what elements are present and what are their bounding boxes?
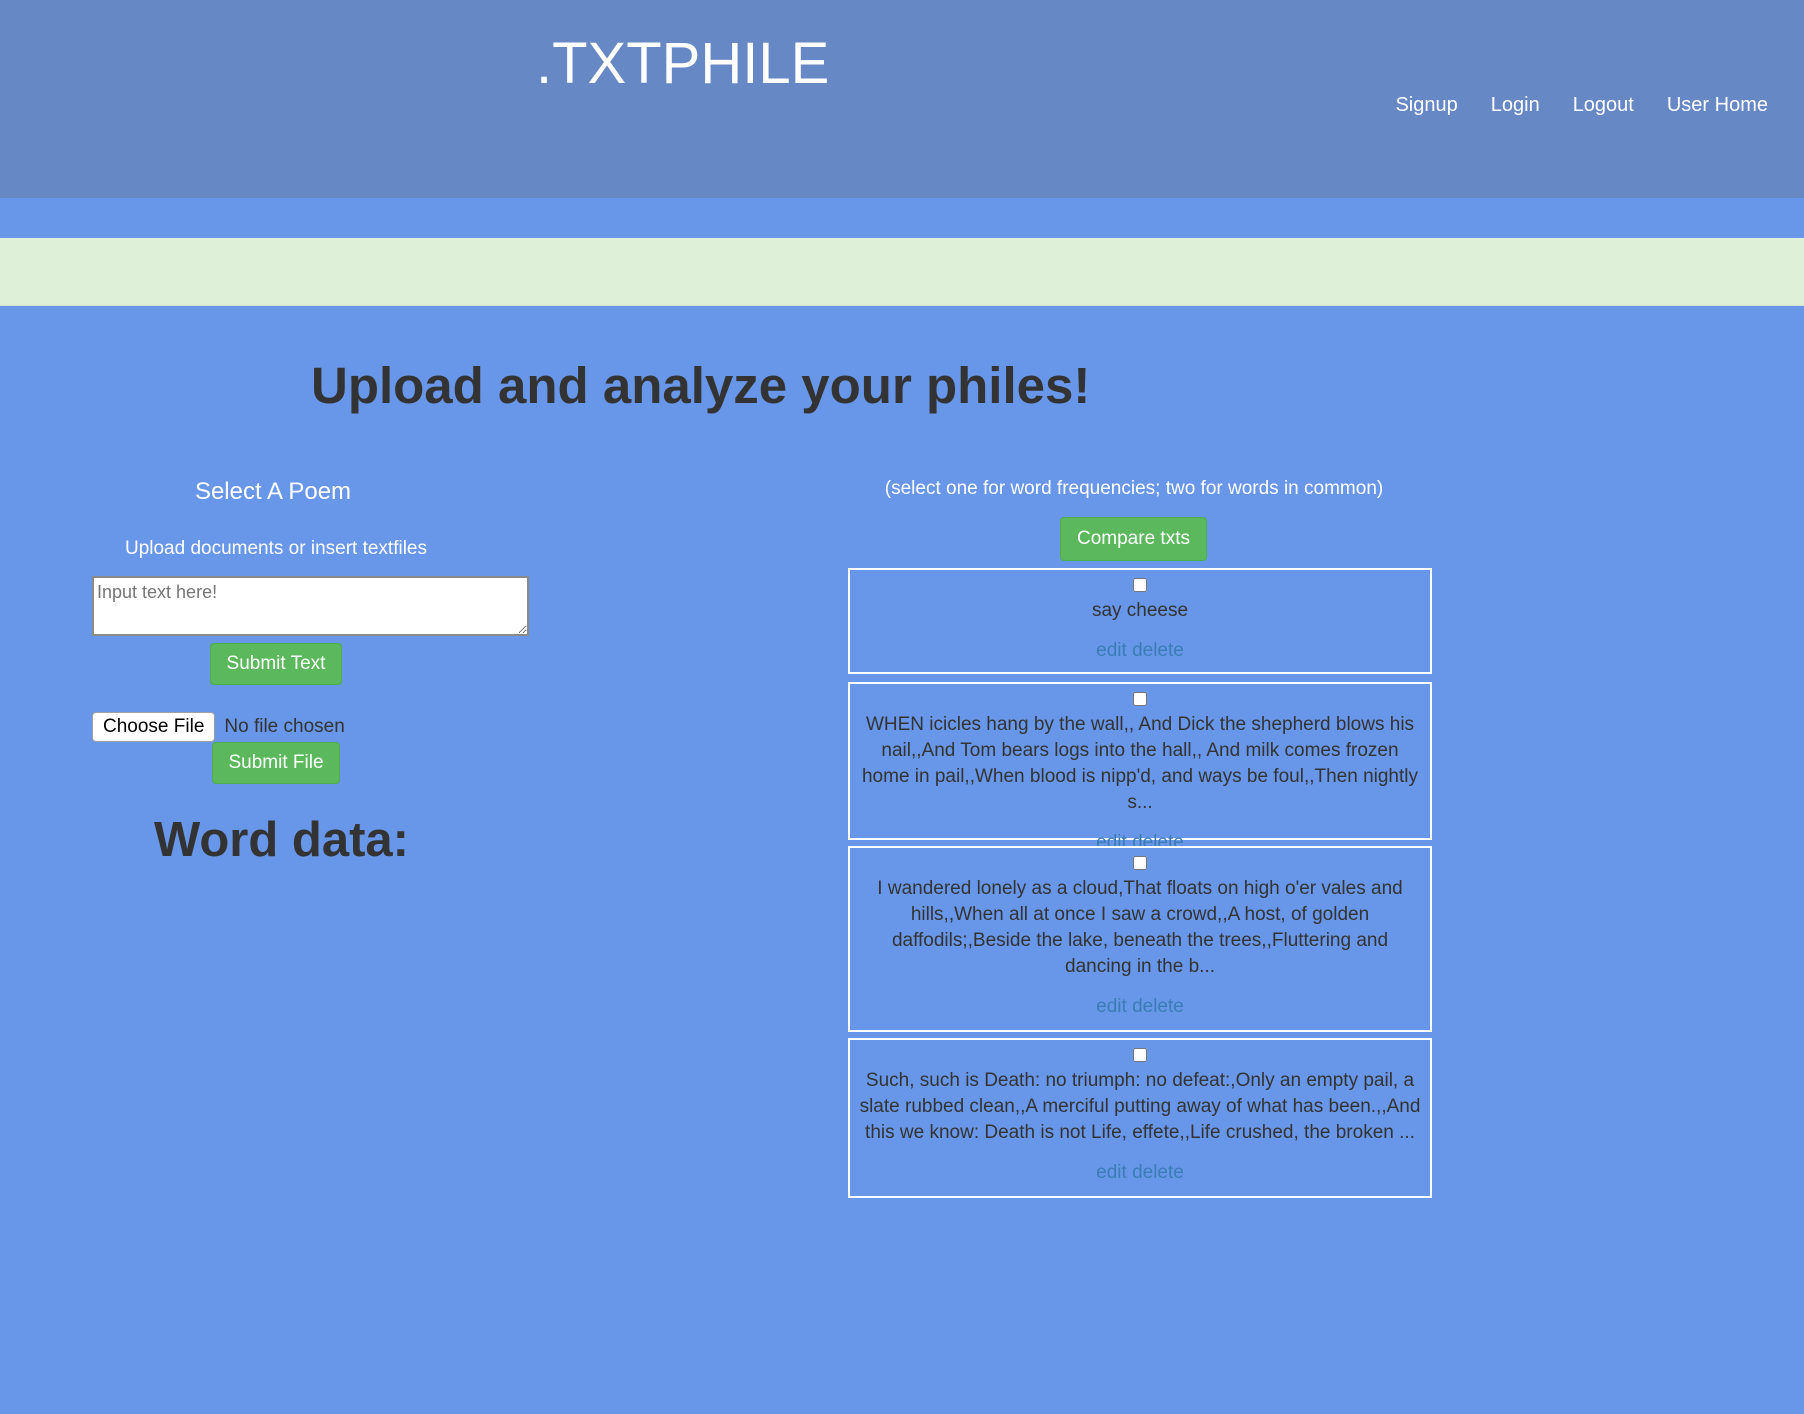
nav-signup-link[interactable]: Signup bbox=[1395, 94, 1457, 117]
brand-logo[interactable]: .TXTPHILE bbox=[536, 30, 829, 97]
page-title: Upload and analyze your philes! bbox=[311, 357, 1091, 414]
txt-select-checkbox[interactable] bbox=[1133, 856, 1147, 870]
txt-actions: edit delete bbox=[858, 1162, 1422, 1184]
submit-text-button[interactable]: Submit Text bbox=[210, 643, 342, 685]
select-poem-heading: Select A Poem bbox=[194, 478, 352, 505]
delete-link[interactable]: delete bbox=[1132, 996, 1184, 1017]
txt-card: Such, such is Death: no triumph: no defe… bbox=[848, 1038, 1432, 1198]
nav-menu: Signup Login Logout User Home bbox=[1395, 94, 1768, 117]
txt-card: say cheese edit delete bbox=[848, 568, 1432, 674]
txt-select-checkbox[interactable] bbox=[1133, 578, 1147, 592]
text-input-area[interactable] bbox=[92, 576, 529, 636]
delete-link[interactable]: delete bbox=[1132, 640, 1184, 661]
txt-preview: say cheese bbox=[1091, 600, 1189, 621]
flash-message-banner bbox=[0, 238, 1804, 306]
txt-select-checkbox[interactable] bbox=[1133, 692, 1147, 706]
txt-preview: Such, such is Death: no triumph: no defe… bbox=[859, 1070, 1421, 1143]
nav-user-home-link[interactable]: User Home bbox=[1667, 94, 1768, 117]
file-picker: Choose File No file chosen bbox=[92, 712, 345, 742]
nav-login-link[interactable]: Login bbox=[1491, 94, 1540, 117]
edit-link[interactable]: edit bbox=[1096, 996, 1127, 1017]
edit-link[interactable]: edit bbox=[1096, 1162, 1127, 1183]
compare-txts-button[interactable]: Compare txts bbox=[1060, 517, 1207, 561]
top-navbar: .TXTPHILE Signup Login Logout User Home bbox=[0, 0, 1804, 198]
word-data-heading: Word data: bbox=[154, 813, 409, 867]
delete-link[interactable]: delete bbox=[1132, 1162, 1184, 1183]
txt-preview: WHEN icicles hang by the wall,, And Dick… bbox=[861, 714, 1419, 813]
submit-file-button[interactable]: Submit File bbox=[212, 742, 340, 784]
choose-file-button[interactable]: Choose File bbox=[92, 712, 216, 742]
txt-card: I wandered lonely as a cloud,That floats… bbox=[848, 846, 1432, 1032]
txt-actions: edit delete bbox=[858, 640, 1422, 662]
upload-instructions: Upload documents or insert textfiles bbox=[124, 538, 428, 559]
txt-select-checkbox[interactable] bbox=[1133, 1048, 1147, 1062]
selection-hint: (select one for word frequencies; two fo… bbox=[884, 478, 1384, 499]
txt-preview: I wandered lonely as a cloud,That floats… bbox=[877, 878, 1403, 977]
nav-logout-link[interactable]: Logout bbox=[1573, 94, 1634, 117]
file-status-text: No file chosen bbox=[224, 716, 345, 737]
txt-card: WHEN icicles hang by the wall,, And Dick… bbox=[848, 682, 1432, 853]
txt-actions: edit delete bbox=[858, 996, 1422, 1018]
edit-link[interactable]: edit bbox=[1096, 640, 1127, 661]
